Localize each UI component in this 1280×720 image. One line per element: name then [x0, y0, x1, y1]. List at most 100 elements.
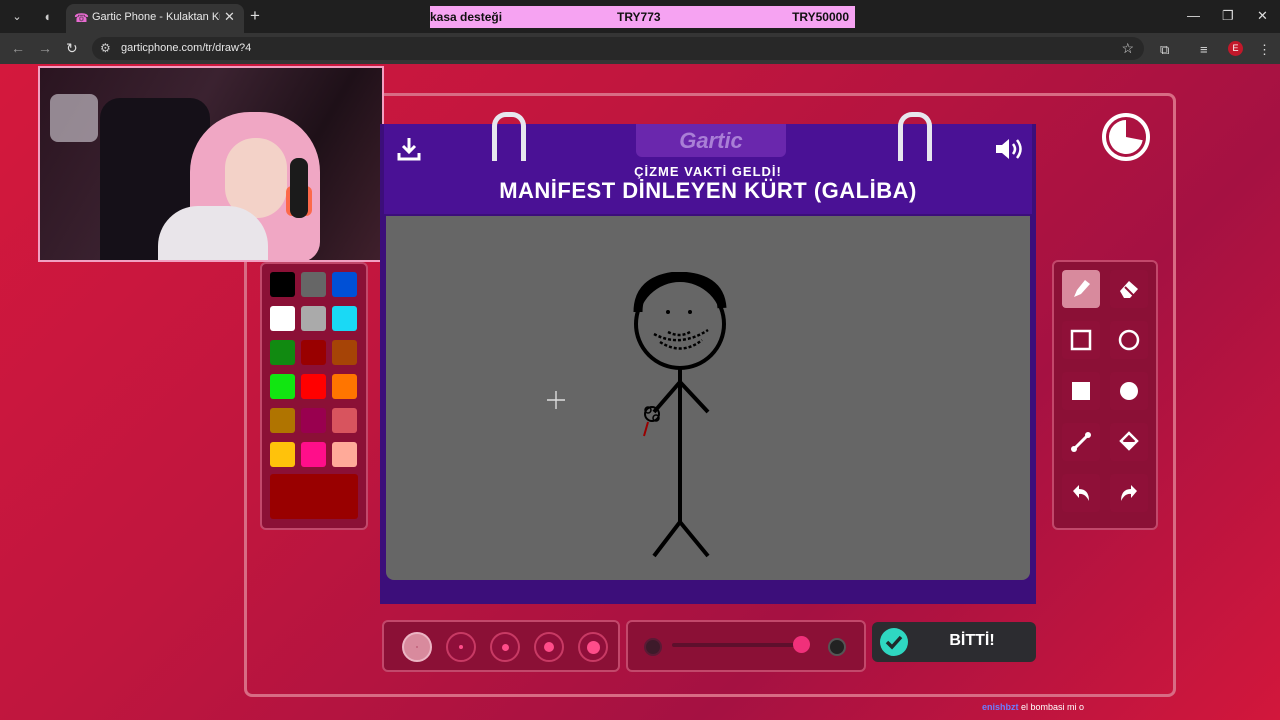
- circle-filled-tool-button[interactable]: [1110, 372, 1148, 410]
- brush-size-button[interactable]: [490, 632, 520, 662]
- color-swatch[interactable]: [332, 340, 357, 365]
- chat-message: el bombasi mi o: [1021, 702, 1085, 712]
- forward-icon[interactable]: →: [38, 40, 52, 56]
- restore-button[interactable]: ❐: [1222, 8, 1234, 24]
- square-outline-tool-button[interactable]: [1062, 321, 1100, 359]
- stick-figure-drawing: [633, 272, 727, 558]
- sheet-ring-left: [492, 112, 526, 161]
- square-filled-icon: [1072, 382, 1090, 400]
- brush-size-dot: [544, 642, 554, 652]
- drawing-prompt: MANİFEST DİNLEYEN KÜRT (GALİBA): [499, 178, 917, 203]
- profile-avatar[interactable]: E: [1228, 41, 1243, 56]
- square-filled-tool-button[interactable]: [1062, 372, 1100, 410]
- address-bar-row: ← → ↻ ⚙ garticphone.com/tr/draw?4 ☆ ⧉ ≡ …: [0, 33, 1280, 64]
- color-swatch[interactable]: [301, 442, 326, 467]
- tab-title: Gartic Phone - Kulaktan Kulağa: [92, 11, 220, 23]
- bookmark-star-icon[interactable]: ☆: [1121, 40, 1134, 57]
- pinned-tab[interactable]: ◖: [36, 6, 58, 28]
- color-swatch[interactable]: [301, 340, 326, 365]
- tab-gartic-phone[interactable]: ☎ Gartic Phone - Kulaktan Kulağa ✕: [66, 4, 244, 33]
- minimize-button[interactable]: —: [1187, 8, 1200, 23]
- pencil-tool-button[interactable]: [1062, 270, 1100, 308]
- selected-color-preview: [270, 474, 358, 519]
- opacity-track[interactable]: [672, 643, 808, 647]
- color-palette: [260, 262, 368, 530]
- opacity-handle[interactable]: [793, 636, 811, 653]
- color-swatch[interactable]: [270, 340, 295, 365]
- back-icon[interactable]: ←: [11, 40, 25, 56]
- new-tab-button[interactable]: +: [250, 6, 260, 26]
- url-field[interactable]: ⚙ garticphone.com/tr/draw?4 ☆: [92, 37, 1144, 60]
- cursor-crosshair-icon: [547, 391, 565, 409]
- donation-current: TRY773: [617, 10, 661, 24]
- eraser-tool-button[interactable]: [1110, 270, 1148, 308]
- brush-size-button[interactable]: [402, 632, 432, 662]
- sheet-ring-right: [898, 112, 932, 161]
- square-outline-icon: [1070, 329, 1092, 351]
- redo-tool-button[interactable]: [1110, 474, 1148, 512]
- color-swatch[interactable]: [270, 374, 295, 399]
- color-swatch[interactable]: [301, 306, 326, 331]
- color-swatch[interactable]: [332, 374, 357, 399]
- eraser-icon: [1120, 281, 1138, 298]
- fill-bucket-tool-button[interactable]: [1110, 423, 1148, 461]
- done-label: BİTTİ!: [949, 632, 995, 649]
- opacity-max-icon: [828, 638, 846, 656]
- extensions-icon[interactable]: ⧉: [1160, 42, 1169, 58]
- tab-search-icon[interactable]: ⌄: [8, 8, 26, 26]
- webcam-background-poster: [50, 94, 98, 142]
- chat-overlay: enishbzt el bombasi mi o: [982, 702, 1084, 712]
- reload-icon[interactable]: ↻: [66, 40, 78, 57]
- close-window-button[interactable]: ✕: [1257, 8, 1268, 24]
- brush-size-button[interactable]: [446, 632, 476, 662]
- timer-icon: [1102, 113, 1150, 161]
- drawing-tools: [1052, 260, 1158, 530]
- circle-outline-icon: [1118, 329, 1140, 351]
- donation-label: kasa desteği: [430, 10, 503, 24]
- download-icon[interactable]: [396, 136, 422, 162]
- webcam-streamer-shirt: [158, 206, 268, 260]
- brush-size-button[interactable]: [578, 632, 608, 662]
- circle-filled-icon: [1120, 382, 1138, 400]
- brush-size-dot: [586, 640, 600, 654]
- color-swatch[interactable]: [301, 272, 326, 297]
- line-tool-button[interactable]: [1062, 423, 1100, 461]
- fill-bucket-icon: [1119, 431, 1139, 451]
- webcam-overlay: [38, 66, 384, 262]
- close-icon[interactable]: ✕: [224, 9, 235, 25]
- volume-icon[interactable]: [994, 136, 1026, 162]
- webcam-microphone: [290, 158, 308, 218]
- undo-tool-button[interactable]: [1062, 474, 1100, 512]
- done-button[interactable]: BİTTİ!: [872, 622, 1036, 662]
- drawing-sheet: Gartic ÇİZME VAKTİ GELDİ! MANİFEST DİNLE…: [380, 112, 1036, 604]
- opacity-slider[interactable]: [626, 620, 866, 672]
- menu-icon[interactable]: ⋮: [1258, 42, 1271, 58]
- url-text: garticphone.com/tr/draw?4: [121, 42, 252, 54]
- color-swatch[interactable]: [301, 374, 326, 399]
- checkmark-icon: [880, 628, 908, 656]
- brush-size-button[interactable]: [534, 632, 564, 662]
- color-swatch[interactable]: [332, 272, 357, 297]
- color-swatch[interactable]: [332, 306, 357, 331]
- circle-outline-tool-button[interactable]: [1110, 321, 1148, 359]
- media-control-icon[interactable]: ≡: [1200, 42, 1208, 57]
- brush-size-dot: [501, 643, 509, 651]
- color-swatch[interactable]: [332, 408, 357, 433]
- site-settings-icon[interactable]: ⚙: [100, 41, 111, 55]
- logo-text: Gartic: [679, 128, 743, 153]
- round-subtitle: ÇİZME VAKTİ GELDİ!: [634, 164, 782, 179]
- color-swatch[interactable]: [270, 442, 295, 467]
- phone-icon: ☎: [74, 11, 89, 25]
- color-swatch[interactable]: [270, 306, 295, 331]
- donation-overlay: kasa desteği TRY773 TRY50000: [430, 6, 855, 28]
- redo-icon: [1121, 485, 1137, 501]
- color-swatch[interactable]: [332, 442, 357, 467]
- game-page: Gartic ÇİZME VAKTİ GELDİ! MANİFEST DİNLE…: [0, 64, 1280, 720]
- color-swatch[interactable]: [270, 272, 295, 297]
- brush-size-dot: [459, 645, 463, 649]
- color-swatch[interactable]: [301, 408, 326, 433]
- browser-tab-bar: ⌄ ◖ ☎ Gartic Phone - Kulaktan Kulağa ✕ +…: [0, 0, 1280, 33]
- color-swatch[interactable]: [270, 408, 295, 433]
- drawing-canvas[interactable]: [386, 216, 1030, 580]
- brush-size-selector: [382, 620, 620, 672]
